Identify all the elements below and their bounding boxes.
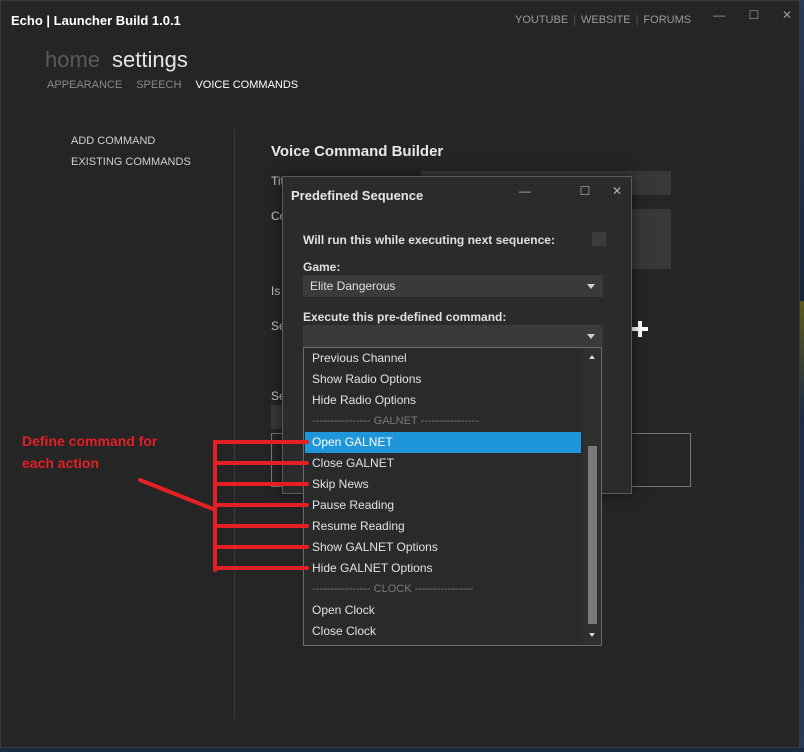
scroll-thumb[interactable] bbox=[588, 446, 597, 624]
command-select-label: Execute this pre-defined command: bbox=[303, 310, 507, 324]
sidebar-item-existing-commands[interactable]: EXISTING COMMANDS bbox=[71, 156, 191, 177]
website-link[interactable]: WEBSITE bbox=[576, 14, 636, 26]
dropdown-option[interactable]: Hide Radio Options bbox=[305, 390, 581, 411]
dropdown-option[interactable]: Pause Reading bbox=[305, 495, 581, 516]
tab-appearance[interactable]: APPEARANCE bbox=[47, 79, 122, 91]
maximize-button[interactable]: ☐ bbox=[744, 7, 764, 23]
scroll-down-icon[interactable] bbox=[589, 633, 595, 637]
game-label: Game: bbox=[303, 260, 341, 274]
nav-home[interactable]: home bbox=[45, 47, 100, 73]
run-next-checkbox[interactable] bbox=[591, 231, 607, 247]
main-nav: home settings bbox=[45, 47, 188, 73]
chevron-down-icon bbox=[587, 284, 595, 289]
forums-link[interactable]: FORUMS bbox=[638, 14, 696, 26]
dropdown-option[interactable]: Resume Reading bbox=[305, 516, 581, 537]
dropdown-group-divider: ---------------- CLOCK ---------------- bbox=[312, 583, 474, 595]
dialog-maximize-button[interactable]: ☐ bbox=[577, 183, 593, 199]
close-button[interactable]: ✕ bbox=[777, 7, 797, 23]
is-label: Is bbox=[271, 284, 281, 298]
dialog-close-button[interactable]: ✕ bbox=[609, 183, 625, 199]
side-menu: ADD COMMAND EXISTING COMMANDS bbox=[71, 135, 191, 177]
command-select[interactable] bbox=[303, 325, 603, 347]
top-links: YOUTUBE | WEBSITE | FORUMS bbox=[515, 14, 696, 26]
desktop-background bbox=[800, 0, 804, 752]
dropdown-option[interactable]: Open Clock bbox=[305, 600, 581, 621]
youtube-link[interactable]: YOUTUBE bbox=[515, 14, 573, 26]
tab-voice-commands[interactable]: VOICE COMMANDS bbox=[195, 79, 298, 91]
settings-tabs: APPEARANCE SPEECH VOICE COMMANDS bbox=[47, 79, 312, 91]
dropdown-scrollbar[interactable] bbox=[583, 348, 601, 645]
dropdown-option[interactable]: Close Clock bbox=[305, 621, 581, 642]
dialog-minimize-button[interactable]: — bbox=[517, 183, 533, 199]
scroll-up-icon[interactable] bbox=[589, 355, 595, 359]
run-next-label: Will run this while executing next seque… bbox=[303, 233, 555, 247]
annotation-line-2: each action bbox=[22, 455, 100, 471]
game-select-value: Elite Dangerous bbox=[310, 279, 396, 293]
dropdown-option[interactable]: Close GALNET bbox=[305, 453, 581, 474]
dialog-title: Predefined Sequence bbox=[291, 188, 424, 203]
title-bar: Echo | Launcher Build 1.0.1 YOUTUBE | WE… bbox=[1, 1, 799, 41]
dropdown-option[interactable]: Hide GALNET Options bbox=[305, 558, 581, 579]
app-title: Echo | Launcher Build 1.0.1 bbox=[11, 13, 181, 28]
dropdown-option[interactable]: Skip News bbox=[305, 474, 581, 495]
plus-icon[interactable] bbox=[632, 321, 648, 337]
dropdown-option[interactable]: Show Radio Options bbox=[305, 369, 581, 390]
sidebar-item-add-command[interactable]: ADD COMMAND bbox=[71, 135, 191, 156]
dropdown-option[interactable]: Show GALNET Options bbox=[305, 537, 581, 558]
tab-speech[interactable]: SPEECH bbox=[136, 79, 181, 91]
minimize-button[interactable]: — bbox=[709, 7, 729, 23]
command-dropdown-list: Previous Channel Show Radio Options Hide R… bbox=[303, 347, 602, 646]
builder-title: Voice Command Builder bbox=[271, 143, 444, 160]
dropdown-option[interactable]: Previous Channel bbox=[305, 348, 581, 369]
dropdown-group-divider: ---------------- GALNET ---------------- bbox=[312, 415, 480, 427]
chevron-down-icon bbox=[587, 334, 595, 339]
dropdown-option[interactable]: Open GALNET bbox=[305, 432, 581, 453]
game-select[interactable]: Elite Dangerous bbox=[303, 275, 603, 297]
annotation-line-1: Define command for bbox=[22, 433, 158, 449]
annotation-text: Define command for each action bbox=[22, 430, 202, 474]
nav-settings[interactable]: settings bbox=[112, 47, 188, 73]
desktop-background-bottom bbox=[0, 748, 804, 752]
sidebar-divider bbox=[234, 129, 235, 719]
